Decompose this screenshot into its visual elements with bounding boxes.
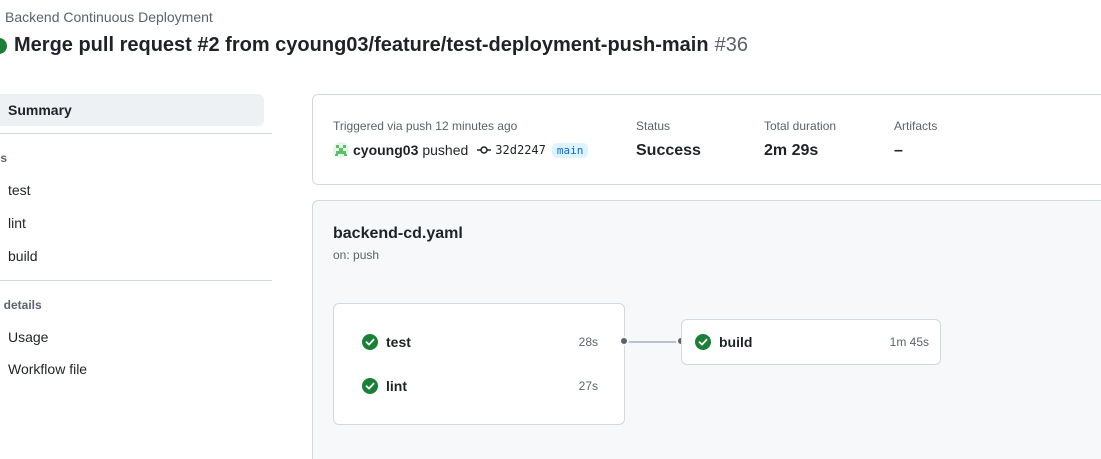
job-build-row: build 1m 45s (695, 332, 929, 352)
artifacts-label: Artifacts (894, 119, 938, 133)
trigger-label: Triggered via push 12 minutes ago (333, 119, 518, 133)
sidebar-item-workflow-file[interactable]: Workflow file (8, 361, 87, 377)
workflow-file-name[interactable]: backend-cd.yaml (333, 225, 463, 243)
trigger-action: pushed (422, 142, 469, 158)
workflow-name-link[interactable]: Backend Continuous Deployment (5, 9, 213, 25)
workflow-trigger: on: push (333, 248, 380, 262)
artifacts-value: – (894, 142, 903, 159)
duration-value: 2m 29s (764, 142, 819, 159)
job-test[interactable]: test 28s (362, 332, 598, 352)
check-circle-fill-icon (695, 334, 711, 350)
run-details-heading: n details (0, 298, 42, 312)
sidebar-divider (0, 280, 272, 281)
check-circle-fill-icon (362, 378, 378, 394)
job-name: lint (386, 378, 407, 394)
run-summary-card: Triggered via push 12 minutes ago cyoung… (312, 94, 1101, 185)
actor-link[interactable]: cyoung03 (353, 142, 418, 158)
jobs-heading: bs (0, 151, 8, 165)
status-value: Success (636, 142, 701, 159)
job-lint[interactable]: lint 27s (362, 376, 598, 396)
job-duration: 28s (578, 335, 598, 349)
job-name: test (386, 334, 411, 350)
check-circle-fill-icon (362, 334, 378, 350)
sidebar-item-usage[interactable]: Usage (8, 329, 48, 345)
commit-sha-link[interactable]: 32d2247 (495, 143, 546, 157)
workflow-graph: backend-cd.yaml on: push test 28s lint 2… (312, 200, 1101, 459)
job-group: test 28s lint 27s (333, 303, 625, 425)
success-status-icon (0, 37, 7, 54)
git-commit-icon (477, 146, 492, 154)
sidebar-job-build[interactable]: build (8, 248, 38, 264)
status-label: Status (636, 119, 671, 133)
job-build[interactable]: build 1m 45s (681, 319, 941, 365)
avatar[interactable] (333, 142, 349, 158)
duration-label: Total duration (764, 119, 837, 133)
sidebar-job-lint[interactable]: lint (8, 215, 26, 231)
sidebar-item-summary[interactable]: Summary (0, 94, 264, 126)
sidebar-item-label: Summary (8, 102, 72, 118)
branch-tag[interactable]: main (551, 142, 589, 158)
job-duration: 1m 45s (889, 335, 929, 349)
job-duration: 27s (578, 379, 598, 393)
job-dependency-connector (625, 341, 683, 343)
job-name: build (719, 334, 753, 350)
sidebar-job-test[interactable]: test (8, 182, 31, 198)
run-number: #36 (714, 34, 748, 56)
connector-node (619, 336, 629, 346)
run-title: Merge pull request #2 from cyoung03/feat… (14, 34, 709, 56)
trigger-details: cyoung03 pushed 32d2247 main (333, 142, 589, 158)
run-title-row: Merge pull request #2 from cyoung03/feat… (0, 34, 748, 57)
sidebar-divider (0, 133, 272, 134)
